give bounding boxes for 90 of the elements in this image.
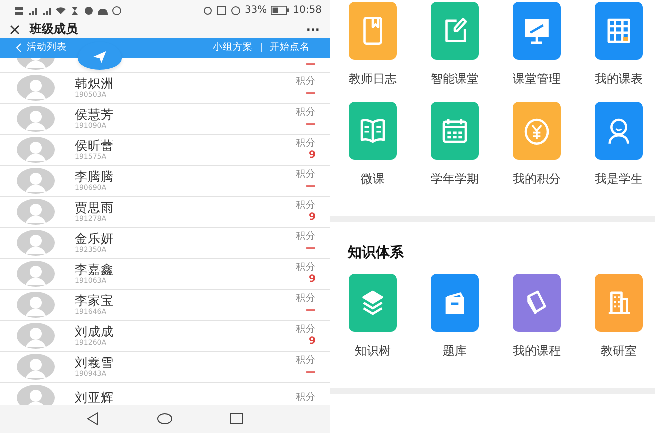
score-value: — [306, 367, 316, 378]
more-button[interactable]: ··· [306, 22, 320, 37]
app-label[interactable]: 学年学期 [431, 171, 479, 188]
score-value: — [306, 181, 316, 192]
avatar-icon [17, 168, 55, 194]
recents-icon[interactable] [229, 411, 245, 428]
app-icon[interactable] [513, 102, 561, 160]
app-icon[interactable] [595, 274, 643, 332]
square-icon [216, 6, 227, 16]
app-icon[interactable] [431, 2, 479, 60]
battery-percent: 33% [244, 5, 268, 16]
signal-icon [42, 6, 52, 16]
app-icon[interactable] [595, 2, 643, 60]
dot-icon [84, 6, 94, 16]
section-title: 知识体系 [348, 244, 405, 262]
member-name: 刘亚辉 [75, 390, 115, 406]
score-value: 9 [309, 274, 316, 286]
score-label: 积分 [296, 293, 316, 306]
member-name: 侯昕蕾 [75, 138, 115, 153]
avatar-icon [17, 292, 55, 318]
avatar-icon [17, 74, 55, 101]
score-value: — [306, 58, 316, 70]
member-name: 李腾腾 [75, 168, 115, 184]
avatar-icon [17, 354, 55, 380]
score-value: — [306, 119, 316, 130]
app-icon[interactable] [431, 274, 479, 332]
battery-icon [271, 6, 290, 16]
score-value: — [306, 305, 316, 316]
member-name: 李家宝 [75, 292, 115, 308]
member-name: 刘成成 [75, 324, 115, 339]
member-row[interactable]: 刘亚辉 积分 [0, 382, 330, 406]
member-name: 金乐妍 [75, 230, 115, 246]
app-label[interactable]: 我的课程 [513, 343, 561, 360]
app-icon[interactable] [349, 274, 397, 332]
app-label[interactable]: 微课 [361, 171, 385, 188]
avatar-icon [17, 136, 55, 163]
close-icon[interactable] [10, 24, 20, 35]
back-icon[interactable] [85, 411, 101, 428]
page-title: 班级成员 [30, 21, 79, 38]
home-icon[interactable] [157, 411, 173, 428]
score-label: 积分 [296, 392, 316, 404]
score-label: 积分 [296, 107, 316, 120]
sim-card-icon [14, 6, 24, 16]
avatar-icon [17, 260, 55, 287]
score-label: 积分 [296, 138, 316, 150]
score-label: 积分 [296, 76, 316, 88]
app-label[interactable]: 智能课堂 [431, 71, 479, 88]
app-label[interactable]: 我的课表 [595, 71, 643, 88]
send-button[interactable] [78, 42, 122, 70]
avatar-icon [17, 198, 55, 225]
score-label: 积分 [296, 262, 316, 274]
app-icon[interactable] [595, 102, 643, 160]
avatar-icon [17, 322, 55, 349]
member-name: 侯慧芳 [75, 106, 115, 122]
avatar-icon [17, 106, 55, 132]
member-name: 刘羲雪 [75, 354, 115, 370]
clock-time: 10:58 [293, 5, 322, 16]
back-icon [16, 42, 22, 53]
circle-icon [202, 6, 213, 16]
score-label: 积分 [296, 169, 316, 182]
app-label[interactable]: 知识树 [355, 343, 391, 360]
app-icon[interactable] [431, 102, 479, 160]
score-value: 9 [309, 336, 316, 348]
score-value: — [306, 243, 316, 254]
signal-icon [28, 6, 38, 16]
app-label[interactable]: 我的积分 [513, 171, 561, 188]
app-icon[interactable] [349, 102, 397, 160]
score-value: 9 [309, 212, 316, 224]
score-label: 积分 [296, 324, 316, 336]
score-label: 积分 [296, 231, 316, 244]
wifi-icon [56, 6, 66, 16]
member-name: 韩炽洲 [75, 76, 115, 91]
score-value: — [306, 88, 316, 100]
app-label[interactable]: 教研室 [601, 343, 637, 360]
app-icon[interactable] [349, 2, 397, 60]
app-icon[interactable] [513, 274, 561, 332]
score-value: 9 [309, 150, 316, 162]
member-name: 贾思雨 [75, 200, 115, 215]
paper-plane-icon [92, 49, 108, 66]
app-label[interactable]: 教师日志 [349, 71, 397, 88]
app-label[interactable]: 我是学生 [595, 171, 643, 188]
score-label: 积分 [296, 355, 316, 368]
app-label[interactable]: 课堂管理 [513, 71, 561, 88]
avatar-icon [17, 230, 55, 256]
hourglass-icon [70, 6, 80, 16]
score-label: 积分 [296, 200, 316, 212]
circle-icon [112, 6, 122, 16]
app-label[interactable]: 题库 [443, 343, 467, 360]
member-name: 李嘉鑫 [75, 262, 115, 277]
app-icon[interactable] [513, 2, 561, 60]
